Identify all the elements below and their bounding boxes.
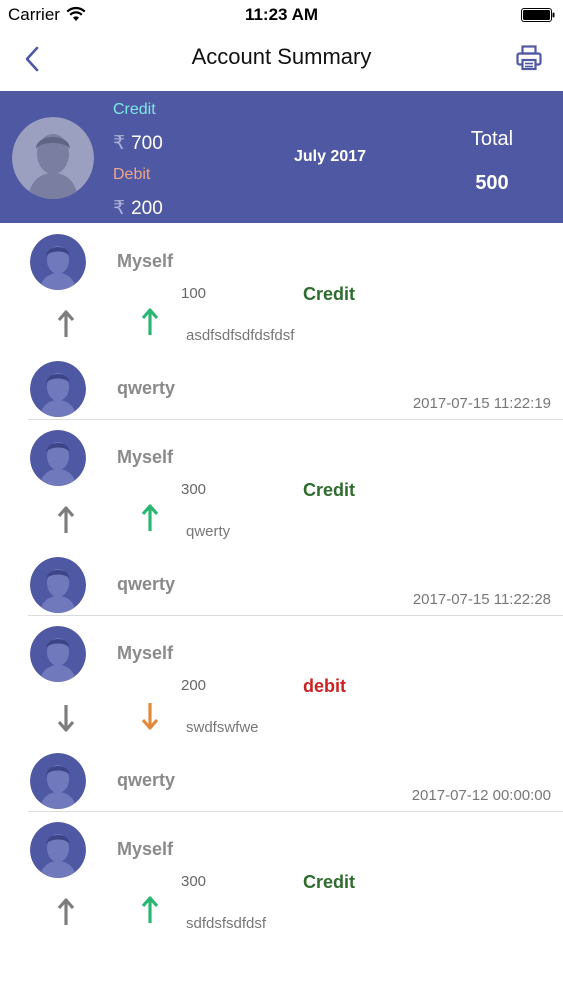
transaction-item[interactable]: Myself 300 Credit sdfdsfsdfdsf: [0, 811, 563, 1000]
sender-name: Myself: [117, 643, 174, 663]
arrow-up-icon: [141, 896, 159, 923]
transaction-type: Credit: [303, 284, 356, 304]
transaction-type: Credit: [303, 480, 356, 500]
arrow-down-icon: [57, 705, 75, 732]
arrow-up-icon: [141, 504, 159, 531]
arrow-up-icon: [57, 310, 75, 337]
transaction-item[interactable]: Myself 300 Credit qwerty qwerty 2017-07-15 1…: [0, 419, 563, 616]
navigation-bar: Account Summary: [0, 30, 563, 90]
debit-amount: ₹200: [113, 197, 163, 220]
transaction-datetime: 2017-07-15 11:22:19: [412, 395, 551, 412]
avatar: [30, 753, 86, 809]
debit-amount-value: 200: [131, 198, 163, 219]
avatar: [30, 234, 86, 290]
rupee-icon: ₹: [113, 133, 126, 154]
page-title: Account Summary: [191, 44, 372, 69]
transaction-item[interactable]: Myself 100 Credit asdfsdfsdfdsfdsf qwerty 20…: [0, 223, 563, 420]
recipient-name: qwerty: [117, 770, 176, 790]
user-avatar-icon: [12, 117, 94, 199]
transaction-list[interactable]: Myself 100 Credit asdfsdfsdfdsfdsf qwerty 20…: [0, 223, 563, 1000]
debit-label: Debit: [113, 166, 151, 183]
user-avatar-icon: [30, 626, 86, 682]
user-avatar-icon: [30, 753, 86, 809]
transaction-note: qwerty: [186, 523, 231, 540]
user-avatar-icon: [30, 557, 86, 613]
credit-amount-value: 700: [131, 133, 163, 154]
total-label: Total: [470, 128, 514, 150]
arrow-up-icon: [141, 308, 159, 335]
rupee-icon: ₹: [113, 198, 126, 219]
credit-label: Credit: [113, 101, 156, 118]
avatar: [30, 822, 86, 878]
sender-name: Myself: [117, 839, 174, 859]
battery-icon: [521, 8, 555, 22]
user-avatar-icon: [30, 361, 86, 417]
transaction-amount: 300: [181, 481, 207, 498]
sender-name: Myself: [117, 251, 174, 271]
transaction-type: Credit: [303, 872, 356, 892]
transaction-note: swdfswfwe: [186, 719, 259, 736]
summary-header: Credit ₹700 Debit ₹200 July 2017 Total 5…: [0, 91, 563, 223]
transaction-note: sdfdsfsdfdsf: [186, 915, 267, 932]
avatar: [30, 430, 86, 486]
transaction-type: debit: [303, 676, 346, 696]
user-avatar-icon: [30, 234, 86, 290]
transaction-amount: 100: [181, 285, 207, 302]
month-label[interactable]: July 2017: [280, 148, 380, 166]
transaction-amount: 300: [181, 873, 207, 890]
clock: 11:23 AM: [244, 5, 319, 24]
credit-amount: ₹700: [113, 132, 163, 155]
arrow-up-icon: [57, 898, 75, 925]
avatar: [12, 117, 94, 199]
arrow-up-icon: [57, 506, 75, 533]
arrow-down-icon: [141, 703, 159, 730]
user-avatar-icon: [30, 430, 86, 486]
user-avatar-icon: [30, 822, 86, 878]
transaction-datetime: 2017-07-15 11:22:28: [412, 591, 551, 608]
printer-icon[interactable]: [515, 44, 543, 72]
sender-name: Myself: [117, 447, 174, 467]
transaction-item[interactable]: Myself 200 debit swdfswfwe qwerty 2017-07-12…: [0, 615, 563, 812]
avatar: [30, 361, 86, 417]
status-bar: Carrier 11:23 AM: [0, 0, 563, 30]
avatar: [30, 626, 86, 682]
recipient-name: qwerty: [117, 378, 176, 398]
avatar: [30, 557, 86, 613]
recipient-name: qwerty: [117, 574, 176, 594]
transaction-datetime: 2017-07-12 00:00:00: [411, 787, 551, 804]
total-value: 500: [475, 172, 509, 194]
transaction-note: asdfsdfsdfdsfdsf: [186, 327, 295, 344]
transaction-amount: 200: [181, 677, 207, 694]
